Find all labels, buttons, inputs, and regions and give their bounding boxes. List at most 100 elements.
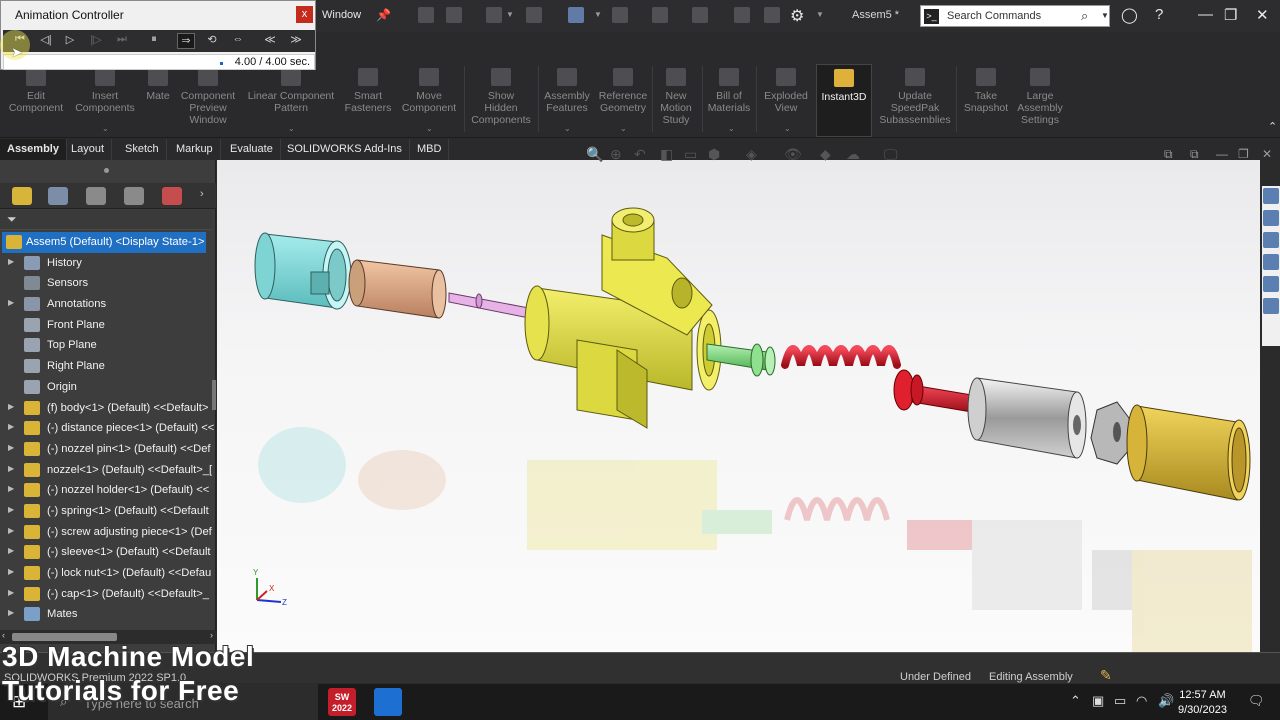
- panel-resize-handle[interactable]: [212, 380, 216, 410]
- tree-item[interactable]: ▶ Annotations: [0, 294, 216, 315]
- viewport-restore-icon[interactable]: ❐: [1238, 147, 1249, 161]
- appearances-icon[interactable]: [1263, 276, 1279, 292]
- tree-item[interactable]: Origin: [0, 377, 216, 398]
- update-speedpak-button[interactable]: Update SpeedPak Subassemblies: [876, 68, 954, 126]
- tab-layout[interactable]: Layout: [64, 139, 113, 160]
- expand-arrow-icon[interactable]: ▶: [8, 402, 14, 411]
- play-icon[interactable]: ▷: [61, 33, 79, 49]
- component-preview-window-button[interactable]: Component Preview Window: [176, 68, 240, 126]
- zoom-to-area-icon[interactable]: ⊕: [610, 146, 622, 163]
- tab-mbd[interactable]: MBD: [410, 139, 450, 160]
- pin-icon[interactable]: 📌: [376, 8, 391, 22]
- viewport-close-icon[interactable]: ✕: [1262, 147, 1272, 161]
- reciprocate-icon[interactable]: ⇔: [229, 33, 247, 49]
- file-properties-icon[interactable]: [764, 7, 780, 23]
- fast-playback-icon[interactable]: ≫: [287, 33, 305, 49]
- chevron-down-icon[interactable]: ⌄: [728, 124, 735, 133]
- new-motion-study-button[interactable]: New Motion Study: [654, 68, 698, 126]
- custom-properties-icon[interactable]: [1263, 298, 1279, 314]
- expand-arrow-icon[interactable]: ▶: [8, 464, 14, 473]
- smart-fasteners-button[interactable]: Smart Fasteners: [340, 68, 396, 114]
- design-library-icon[interactable]: [1263, 210, 1279, 226]
- save-icon[interactable]: [526, 7, 542, 23]
- open-folder-icon[interactable]: [486, 7, 502, 23]
- chevron-down-icon[interactable]: ⌄: [288, 124, 295, 133]
- step-forward-icon[interactable]: |▷: [87, 33, 105, 49]
- tab-sketch[interactable]: Sketch: [118, 139, 167, 160]
- rebuild-icon[interactable]: [734, 7, 750, 23]
- lock-nut-part[interactable]: [1090, 401, 1130, 465]
- tree-filter[interactable]: ⏷: [0, 210, 212, 230]
- feature-manager-tab-icon[interactable]: [12, 187, 32, 205]
- screw-adjusting-piece-part[interactable]: [893, 369, 973, 413]
- notification-icon[interactable]: 🗨: [1248, 693, 1265, 709]
- tray-chevron-icon[interactable]: ⌃: [1070, 693, 1081, 709]
- assembly-features-button[interactable]: Assembly Features: [540, 68, 594, 114]
- chevron-down-icon[interactable]: ▼: [816, 10, 824, 19]
- expand-arrow-icon[interactable]: ▶: [8, 505, 14, 514]
- view-palette-icon[interactable]: [1263, 254, 1279, 270]
- loop-icon[interactable]: ⟲: [203, 33, 221, 49]
- expand-arrow-icon[interactable]: ▶: [8, 546, 14, 555]
- scroll-right-icon[interactable]: ›: [210, 630, 213, 640]
- search-commands-input[interactable]: >_ Search Commands ⌕ ▼: [920, 5, 1110, 27]
- undo-icon[interactable]: [612, 7, 628, 23]
- move-component-button[interactable]: Move Component: [398, 68, 460, 114]
- expand-arrow-icon[interactable]: ▶: [8, 526, 14, 535]
- expand-arrow-icon[interactable]: ▶: [8, 484, 14, 493]
- tree-item[interactable]: Top Plane: [0, 335, 216, 356]
- tree-item[interactable]: ▶ Mates: [0, 604, 216, 625]
- tree-item[interactable]: ▶ (-) cap<1> (Default) <<Default>_: [0, 584, 216, 605]
- expand-arrow-icon[interactable]: ▶: [8, 422, 14, 431]
- distance-piece-part[interactable]: [254, 232, 352, 310]
- tree-item[interactable]: ▶ (f) body<1> (Default) <<Default>: [0, 398, 216, 419]
- wifi-icon[interactable]: ◠: [1136, 693, 1147, 709]
- tab-solidworks-addins[interactable]: SOLIDWORKS Add-Ins: [280, 139, 410, 160]
- minimize-icon[interactable]: —: [1198, 6, 1213, 23]
- fast-forward-icon[interactable]: ⏭: [113, 33, 131, 49]
- tab-evaluate[interactable]: Evaluate: [223, 139, 281, 160]
- tree-item[interactable]: ▶ (-) distance piece<1> (Default) <<: [0, 418, 216, 439]
- viewport-minimize-icon[interactable]: —: [1216, 147, 1228, 161]
- chevron-down-icon[interactable]: ⌄: [426, 124, 433, 133]
- print-icon[interactable]: [568, 7, 584, 23]
- close-button[interactable]: x: [296, 6, 313, 23]
- reference-geometry-button[interactable]: Reference Geometry: [596, 68, 650, 114]
- cap-part[interactable]: [1126, 404, 1251, 501]
- tree-item[interactable]: Right Plane: [0, 356, 216, 377]
- tray-app-icon[interactable]: ▣: [1092, 693, 1104, 709]
- tree-item[interactable]: ▶ (-) lock nut<1> (Default) <<Defau: [0, 563, 216, 584]
- viewport-tile-icon[interactable]: ⧉: [1164, 147, 1173, 162]
- sleeve-part[interactable]: [967, 377, 1087, 459]
- rebuild-icon[interactable]: ✎: [1100, 667, 1112, 684]
- normal-playback-icon[interactable]: ⇒: [177, 33, 195, 49]
- dimxpert-tab-icon[interactable]: [124, 187, 144, 205]
- section-view-icon[interactable]: ◧: [660, 146, 673, 163]
- configuration-manager-tab-icon[interactable]: [86, 187, 106, 205]
- gear-icon[interactable]: ⚙: [790, 6, 804, 26]
- display-manager-tab-icon[interactable]: [162, 187, 182, 205]
- solidworks-app-icon[interactable]: SW 2022: [328, 688, 356, 716]
- edit-appearance-icon[interactable]: ◆: [820, 146, 831, 163]
- view-orientation-icon[interactable]: ⬢: [708, 146, 720, 163]
- tree-item[interactable]: ▶ History: [0, 253, 216, 274]
- apply-scene-icon[interactable]: ☁: [846, 146, 860, 163]
- collapse-ribbon-icon[interactable]: ⌃: [1268, 120, 1277, 133]
- step-back-icon[interactable]: ◁|: [37, 33, 55, 49]
- chevron-down-icon[interactable]: ▼: [594, 10, 602, 19]
- nozzel-holder-part[interactable]: [348, 259, 447, 319]
- chevron-down-icon[interactable]: ⌄: [564, 124, 571, 133]
- linear-component-pattern-button[interactable]: Linear Component Pattern: [244, 68, 338, 114]
- instant3d-button[interactable]: Instant3D: [816, 64, 872, 137]
- filter-icon[interactable]: ⏷: [7, 212, 17, 227]
- tree-item[interactable]: ▶ (-) spring<1> (Default) <<Default: [0, 501, 216, 522]
- chevron-down-icon[interactable]: ▼: [506, 10, 514, 19]
- tree-item[interactable]: Front Plane: [0, 315, 216, 336]
- tab-markup[interactable]: Markup: [169, 139, 221, 160]
- redo-icon[interactable]: [652, 7, 668, 23]
- panel-grip-icon[interactable]: [104, 168, 109, 173]
- tree-root-assembly[interactable]: Assem5 (Default) <Display State-1>: [2, 232, 206, 253]
- expand-arrow-icon[interactable]: ▶: [8, 608, 14, 617]
- menu-window[interactable]: Window: [322, 9, 361, 21]
- show-hidden-components-button[interactable]: Show Hidden Components: [468, 68, 534, 126]
